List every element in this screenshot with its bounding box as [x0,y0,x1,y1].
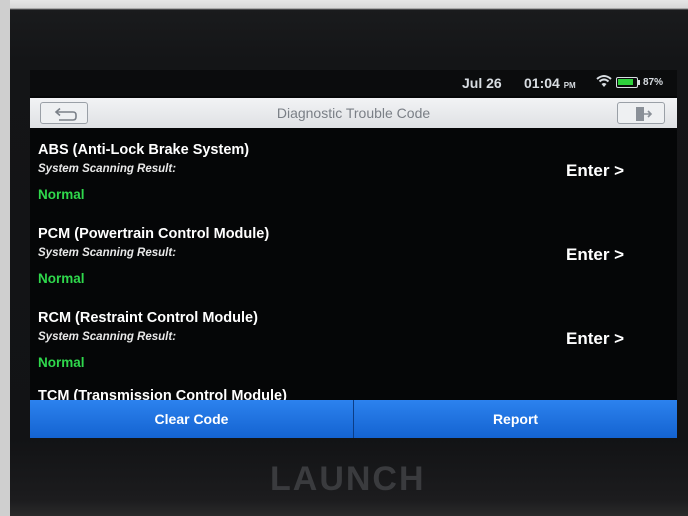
status-badge: Normal [38,271,85,286]
status-badge: Normal [38,355,85,370]
enter-button-pcm[interactable]: Enter > [566,245,624,265]
page-title: Diagnostic Trouble Code [276,105,431,121]
status-bar: Jul 26 01:04 PM 87% [30,70,677,96]
enter-button-rcm[interactable]: Enter > [566,329,624,349]
exit-button[interactable] [617,102,665,124]
system-list: ABS (Anti-Lock Brake System) System Scan… [30,130,677,402]
bottom-action-bar: Clear Code Report [30,400,677,438]
status-date: Jul 26 [462,75,502,91]
device-screen: Jul 26 01:04 PM 87% Diagnostic Trouble C… [30,70,677,438]
system-name: ABS (Anti-Lock Brake System) [38,142,250,158]
system-item-abs: ABS (Anti-Lock Brake System) System Scan… [30,130,677,214]
clear-code-button[interactable]: Clear Code [30,400,353,438]
system-item-rcm: RCM (Restraint Control Module) System Sc… [30,298,677,382]
battery-icon [616,77,638,88]
system-name: RCM (Restraint Control Module) [38,310,258,326]
exit-icon [636,107,653,121]
scan-result-label: System Scanning Result: [38,163,177,175]
report-button[interactable]: Report [354,400,677,438]
battery-tip [638,80,640,85]
scan-result-label: System Scanning Result: [38,247,177,259]
status-ampm: PM [563,81,576,90]
device-frame-edge [0,0,10,516]
system-item-pcm: PCM (Powertrain Control Module) System S… [30,214,677,298]
scan-result-label: System Scanning Result: [38,331,177,343]
device-brand-logo: LAUNCH [270,460,426,498]
status-badge: Normal [38,187,85,202]
battery-percent: 87% [643,77,664,88]
status-time: 01:04 PM [524,75,576,91]
enter-button-abs[interactable]: Enter > [566,161,624,181]
status-clock: 01:04 [524,75,560,91]
wifi-icon [596,74,612,91]
title-bar: Diagnostic Trouble Code [30,98,677,128]
system-name: PCM (Powertrain Control Module) [38,226,270,242]
battery-level-fill [618,79,633,85]
